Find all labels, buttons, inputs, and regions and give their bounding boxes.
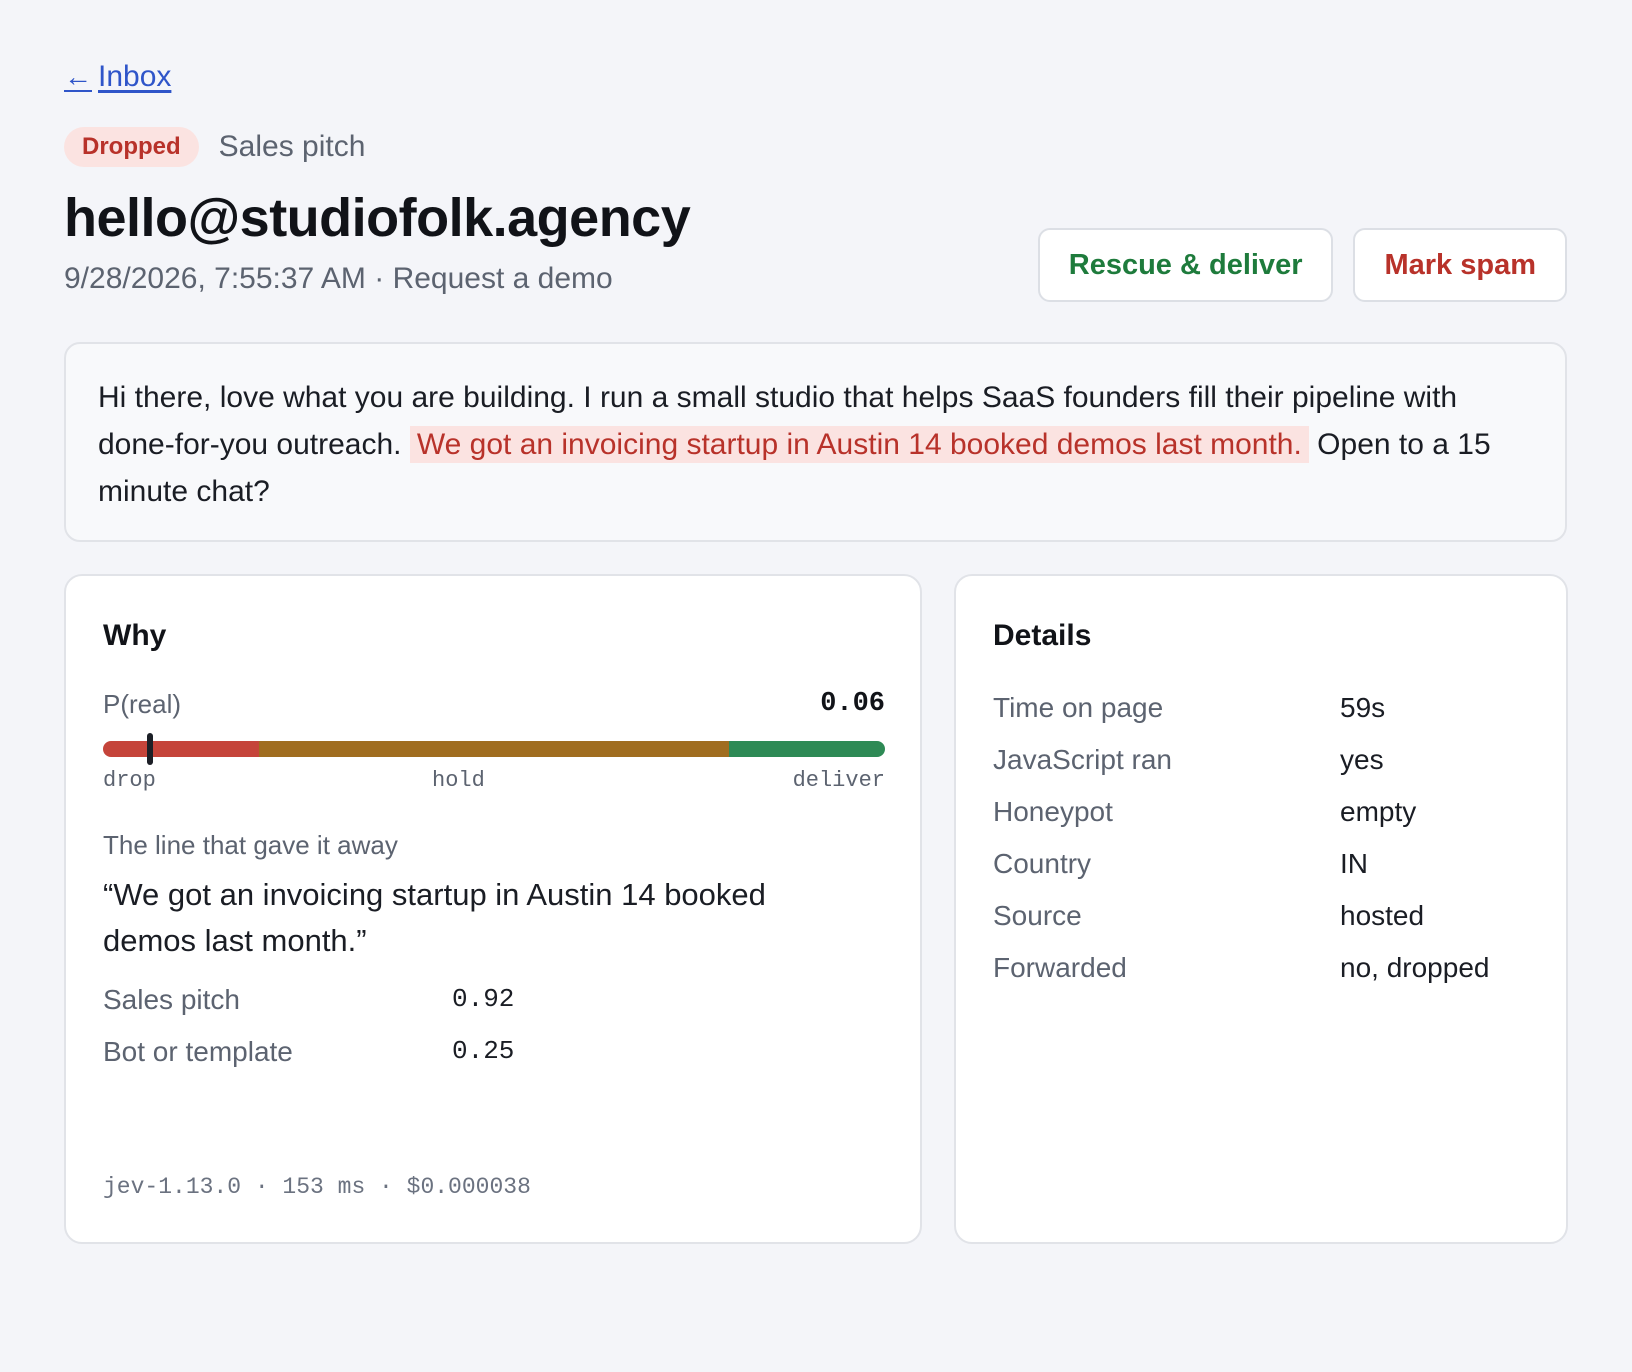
p-real-value: 0.06	[820, 689, 885, 719]
arrow-left-icon: ←	[64, 61, 92, 92]
timestamp: 9/28/2026, 7:55:37 AM	[64, 262, 366, 295]
meta-separator: ·	[365, 262, 393, 295]
mark-spam-button[interactable]: Mark spam	[1353, 228, 1567, 302]
back-link-label: Inbox	[98, 60, 172, 93]
why-title: Why	[103, 619, 167, 652]
detail-label-honeypot: Honeypot	[993, 796, 1113, 827]
detail-value-country: IN	[1340, 848, 1368, 879]
why-card: Why P(real) 0.06 drop hold deliver The l…	[64, 574, 922, 1244]
score-value-sales-pitch: 0.92	[452, 984, 515, 1014]
back-to-inbox-link[interactable]: ← Inbox	[64, 58, 171, 96]
detail-value-javascript: yes	[1340, 744, 1384, 775]
message-highlighted-line: We got an invoicing startup in Austin 14…	[409, 426, 1309, 463]
detail-label-time-on-page: Time on page	[993, 692, 1164, 723]
p-real-label: P(real)	[103, 689, 182, 719]
probability-scale	[103, 741, 885, 757]
details-title: Details	[993, 619, 1092, 652]
giveaway-label: The line that gave it away	[103, 830, 398, 860]
scale-segment-hold	[259, 741, 729, 757]
probability-marker	[146, 733, 153, 765]
rescue-deliver-button[interactable]: Rescue & deliver	[1037, 228, 1334, 302]
score-value-bot-template: 0.25	[452, 1036, 515, 1066]
scale-label-deliver: deliver	[792, 768, 885, 793]
detail-label-country: Country	[993, 848, 1092, 879]
score-label-sales-pitch: Sales pitch	[103, 984, 240, 1015]
page: ← Inbox Dropped Sales pitch hello@studio…	[0, 0, 1632, 1372]
scale-label-drop: drop	[103, 768, 156, 793]
detail-value-source: hosted	[1340, 900, 1425, 931]
scale-label-hold: hold	[432, 768, 485, 793]
detail-label-javascript: JavaScript ran	[993, 744, 1172, 775]
detail-label-forwarded: Forwarded	[993, 952, 1127, 983]
category-label: Sales pitch	[218, 130, 366, 163]
form-name: Request a demo	[392, 262, 613, 295]
detail-value-forwarded: no, dropped	[1340, 952, 1490, 983]
scale-segment-drop	[103, 741, 260, 757]
detail-value-time-on-page: 59s	[1340, 692, 1386, 723]
message-body: Hi there, love what you are building. I …	[64, 342, 1567, 542]
action-buttons: Rescue & deliver Mark spam	[1037, 228, 1567, 302]
detail-value-honeypot: empty	[1340, 796, 1417, 827]
status-row: Dropped Sales pitch	[64, 127, 365, 167]
detail-label-source: Source	[993, 900, 1082, 931]
giveaway-quote: “We got an invoicing startup in Austin 1…	[103, 877, 766, 958]
submission-meta: 9/28/2026, 7:55:37 AM · Request a demo	[64, 260, 613, 298]
details-card: Details Time on page 59s JavaScript ran …	[954, 574, 1568, 1244]
model-meta: jev-1.13.0 · 153 ms · $0.000038	[103, 1174, 531, 1200]
score-label-bot-template: Bot or template	[103, 1036, 293, 1067]
status-badge: Dropped	[64, 127, 199, 167]
sender-email: hello@studiofolk.agency	[64, 188, 691, 248]
scale-segment-deliver	[728, 741, 885, 757]
